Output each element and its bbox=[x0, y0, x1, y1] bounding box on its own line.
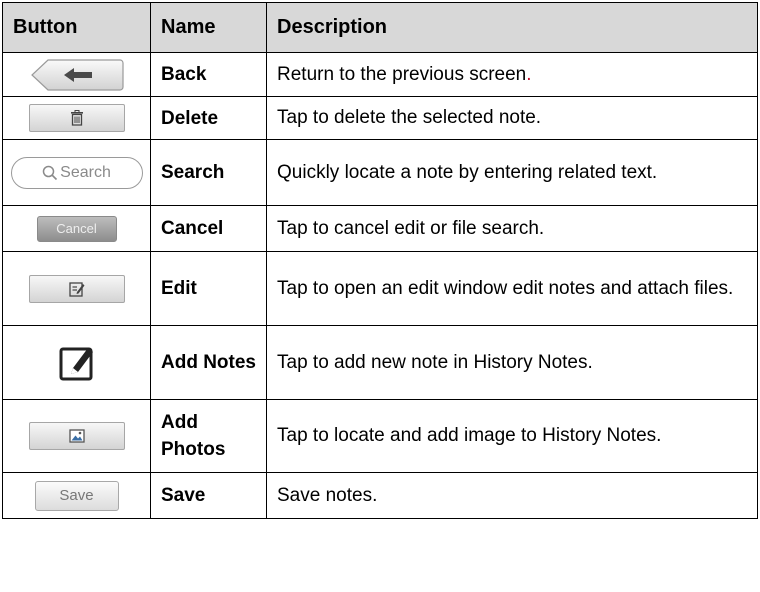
row-description: Tap to open an edit window edit notes an… bbox=[266, 251, 758, 326]
header-name: Name bbox=[150, 2, 267, 53]
table-row: Add Photos Tap to locate and add image t… bbox=[2, 399, 758, 473]
delete-button[interactable] bbox=[28, 104, 125, 132]
table-row: Back Return to the previous screen. bbox=[2, 52, 758, 97]
row-name: Add Notes bbox=[150, 325, 267, 400]
row-name: Add Photos bbox=[150, 399, 267, 473]
row-name: Save bbox=[150, 472, 267, 519]
button-cell bbox=[2, 52, 151, 97]
table-row: Edit Tap to open an edit window edit not… bbox=[2, 251, 758, 326]
edit-button[interactable] bbox=[28, 274, 125, 303]
button-cell bbox=[2, 96, 151, 140]
row-description: Save notes. bbox=[266, 472, 758, 519]
row-name: Cancel bbox=[150, 205, 267, 252]
table-row: Add Notes Tap to add new note in History… bbox=[2, 325, 758, 400]
save-button-label: Save bbox=[59, 487, 94, 504]
back-arrow-icon bbox=[30, 58, 124, 91]
trash-icon bbox=[70, 110, 83, 126]
table-header-row: Button Name Description bbox=[2, 2, 758, 53]
header-button: Button bbox=[2, 2, 151, 53]
row-description: Tap to delete the selected note. bbox=[266, 96, 758, 140]
row-description: Tap to cancel edit or file search. bbox=[266, 205, 758, 252]
table-row: Cancel Cancel Tap to cancel edit or file… bbox=[2, 205, 758, 252]
row-description-period: . bbox=[526, 63, 532, 85]
row-description-text: Return to the previous screen bbox=[277, 63, 527, 85]
back-button[interactable] bbox=[30, 58, 124, 91]
row-description: Tap to add new note in History Notes. bbox=[266, 325, 758, 400]
row-description: Tap to locate and add image to History N… bbox=[266, 399, 758, 473]
row-name: Back bbox=[150, 52, 267, 97]
row-name: Search bbox=[150, 139, 267, 206]
button-cell: Cancel bbox=[2, 205, 151, 252]
cancel-button[interactable]: Cancel bbox=[36, 215, 117, 242]
button-reference-table: Button Name Description Back Return to t… bbox=[2, 2, 758, 519]
button-cell: Save bbox=[2, 472, 151, 519]
search-button-label: Search bbox=[60, 163, 111, 181]
add-notes-button[interactable] bbox=[57, 343, 97, 383]
button-cell bbox=[2, 325, 151, 400]
photo-icon bbox=[68, 429, 85, 443]
table-row: Delete Tap to delete the selected note. bbox=[2, 96, 758, 140]
search-icon bbox=[42, 165, 58, 180]
header-description: Description bbox=[266, 2, 758, 53]
add-photos-button[interactable] bbox=[28, 422, 125, 450]
table-row: Save Save Save notes. bbox=[2, 472, 758, 519]
table-row: Search Search Quickly locate a note by e… bbox=[2, 139, 758, 206]
edit-icon bbox=[68, 281, 84, 297]
button-cell: Search bbox=[2, 139, 151, 206]
row-description: Return to the previous screen. bbox=[266, 52, 758, 97]
cancel-button-label: Cancel bbox=[56, 221, 97, 236]
add-note-icon bbox=[59, 347, 93, 380]
row-description: Quickly locate a note by entering relate… bbox=[266, 139, 758, 206]
row-name: Edit bbox=[150, 251, 267, 326]
row-name: Delete bbox=[150, 96, 267, 140]
save-button[interactable]: Save bbox=[34, 480, 119, 511]
button-cell bbox=[2, 399, 151, 473]
search-button[interactable]: Search bbox=[10, 156, 143, 189]
button-cell bbox=[2, 251, 151, 326]
